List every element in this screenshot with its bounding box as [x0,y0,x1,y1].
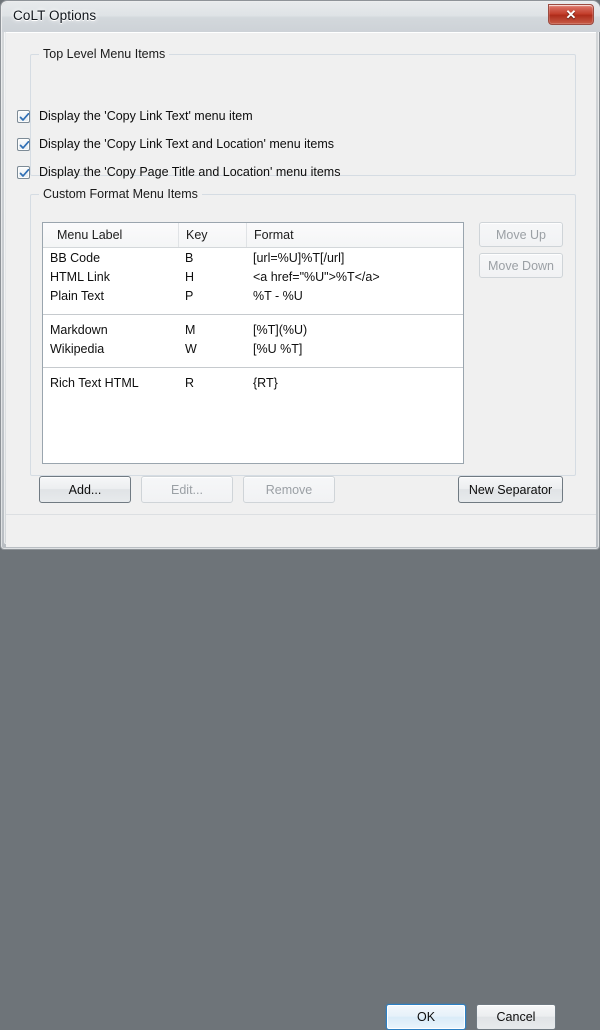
cancel-button[interactable]: Cancel [476,1004,556,1030]
list-header-row: Menu Label Key Format [43,223,463,248]
custom-format-list[interactable]: Menu Label Key Format BB Code B [url=%U]%T… [42,222,464,464]
list-separator-row[interactable] [43,314,463,315]
cell-key: P [185,289,194,303]
add-button[interactable]: Add... [39,476,131,503]
cell-key: M [185,323,196,337]
cell-format: <a href="%U">%T</a> [253,270,380,284]
edit-button[interactable]: Edit... [141,476,233,503]
cell-format: {RT} [253,376,278,390]
checkbox-icon[interactable] [17,109,30,123]
custom-format-menu-group-title: Custom Format Menu Items [39,187,202,201]
dialog-window: CoLT Options ✕ Top Level Menu Items Disp… [0,0,600,1030]
table-row[interactable]: Plain Text P %T - %U [43,288,463,307]
checkbox-copy-link-text[interactable]: Display the 'Copy Link Text' menu item [17,109,253,123]
checkbox-icon[interactable] [17,137,30,151]
cell-key: H [185,270,195,284]
table-row[interactable]: HTML Link H <a href="%U">%T</a> [43,269,463,288]
cell-format: [%U %T] [253,342,303,356]
column-header-format[interactable]: Format [246,223,463,247]
cell-format: [url=%U]%T[/url] [253,251,345,265]
column-header-menu-label[interactable]: Menu Label [50,223,185,247]
move-down-button[interactable]: Move Down [479,253,563,278]
cell-format: %T - %U [253,289,303,303]
cell-menu-label: Wikipedia [50,342,105,356]
dialog-footer: OK Cancel [6,515,596,1030]
table-row[interactable]: Markdown M [%T](%U) [43,322,463,341]
top-level-menu-group-title: Top Level Menu Items [39,47,170,61]
cell-format: [%T](%U) [253,323,308,337]
window-title: CoLT Options [13,8,97,23]
cell-key: B [185,251,194,265]
table-row[interactable]: Wikipedia W [%U %T] [43,341,463,360]
title-bar[interactable]: CoLT Options ✕ [2,2,600,32]
cell-menu-label: Rich Text HTML [50,376,139,390]
list-separator-row[interactable] [43,367,463,368]
remove-button[interactable]: Remove [243,476,335,503]
checkbox-label: Display the 'Copy Link Text' menu item [39,109,253,123]
checkbox-copy-page-title-and-location[interactable]: Display the 'Copy Page Title and Locatio… [17,165,340,179]
table-row[interactable]: Rich Text HTML R {RT} [43,375,463,394]
column-header-key[interactable]: Key [178,223,246,247]
cell-menu-label: Plain Text [50,289,104,303]
dialog-client-area: Top Level Menu Items Display the 'Copy L… [6,32,596,1030]
new-separator-button[interactable]: New Separator [458,476,563,503]
cell-menu-label: Markdown [50,323,108,337]
checkbox-label: Display the 'Copy Page Title and Locatio… [39,165,341,179]
move-up-button[interactable]: Move Up [479,222,563,247]
cell-menu-label: BB Code [50,251,101,265]
ok-button[interactable]: OK [386,1004,466,1030]
list-body: BB Code B [url=%U]%T[/url] HTML Link H <a hre… [43,248,463,463]
close-button[interactable]: ✕ [548,4,594,25]
checkbox-icon[interactable] [17,165,30,179]
cell-key: W [185,342,197,356]
close-icon: ✕ [565,6,577,22]
checkbox-copy-link-text-and-location[interactable]: Display the 'Copy Link Text and Location… [17,137,334,151]
cell-menu-label: HTML Link [50,270,110,284]
table-row[interactable]: BB Code B [url=%U]%T[/url] [43,250,463,269]
cell-key: R [185,376,195,390]
checkbox-label: Display the 'Copy Link Text and Location… [39,137,334,151]
